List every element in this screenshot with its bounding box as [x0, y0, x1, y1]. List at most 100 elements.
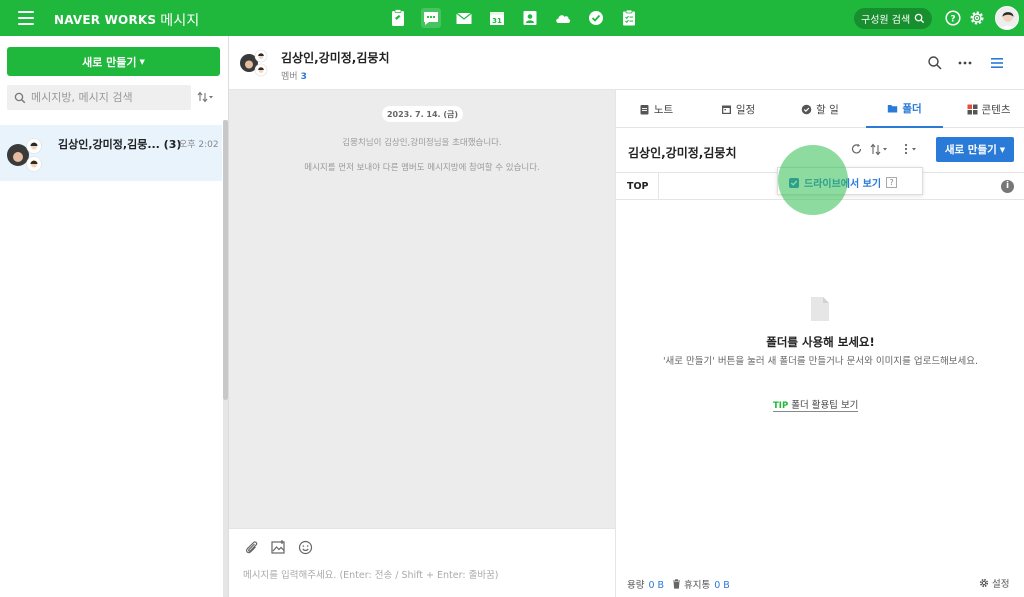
calendar-icon: [721, 105, 731, 114]
note-icon: [640, 104, 649, 114]
tip-badge: TIP: [773, 401, 789, 411]
message-room-list-panel: 새로 만들기▼ 김상인,강미정,김뭉... (3) 오후 2:02: [0, 36, 229, 597]
settings-button[interactable]: 설정: [979, 576, 1009, 590]
brand[interactable]: NAVER WORKS 메시지: [54, 9, 200, 29]
attach-icon[interactable]: [243, 539, 260, 556]
more-icon[interactable]: [957, 55, 973, 71]
info-icon[interactable]: i: [1001, 180, 1014, 193]
tab-task[interactable]: 할 일: [784, 90, 856, 128]
app-switcher: 31: [388, 8, 639, 28]
trash-info[interactable]: 휴지통 0 B: [672, 577, 730, 591]
chat-time: 오후 2:02: [179, 140, 219, 150]
checkbox-icon: [789, 177, 799, 188]
tab-note[interactable]: 노트: [620, 90, 692, 128]
group-avatar: [7, 137, 43, 173]
trash-icon: [673, 579, 680, 589]
gear-icon: [979, 578, 989, 588]
image-icon[interactable]: [270, 539, 287, 556]
help-icon[interactable]: ?: [944, 9, 962, 27]
search-icon: [914, 13, 925, 24]
room-search-input[interactable]: [31, 91, 181, 104]
message-icon[interactable]: [421, 8, 441, 28]
tab-label: 할 일: [816, 103, 839, 116]
usage-value: 0 B: [648, 580, 665, 591]
message-area: 2023. 7. 14. (금) 김뭉치님이 김상인,강미정님을 초대했습니다.…: [229, 90, 615, 528]
menu-icon[interactable]: [18, 11, 34, 25]
mail-icon[interactable]: [454, 8, 474, 28]
brand-logo-text: NAVER WORKS: [54, 13, 157, 27]
storage-footer: 용량 0 B 휴지통 0 B 설정: [616, 570, 1024, 597]
content-icon: [967, 104, 977, 114]
message-input[interactable]: [243, 566, 603, 584]
tab-folder[interactable]: 폴더: [866, 90, 943, 128]
trash-label: 휴지통: [684, 580, 711, 591]
folder-icon: [888, 104, 898, 112]
user-avatar[interactable]: [995, 6, 1019, 30]
more-vertical-icon[interactable]: [902, 142, 922, 156]
group-avatar: [240, 48, 268, 78]
chat-name: 김상인,강미정,김뭉... (3): [58, 138, 182, 151]
tab-label: 일정: [735, 103, 756, 116]
sort-button[interactable]: [197, 91, 213, 106]
new-folder-button[interactable]: 새로 만들기 ▼: [936, 137, 1014, 162]
chat-title: 김상인,강미정,김뭉치: [281, 51, 390, 65]
sort-icon[interactable]: [870, 142, 892, 156]
system-message: 메시지를 먼저 보내야 다른 멤버도 메시지방에 참여할 수 있습니다.: [304, 163, 540, 173]
note-icon[interactable]: [388, 8, 408, 28]
side-panel-icon[interactable]: [989, 55, 1005, 71]
member-count[interactable]: 멤버 3: [281, 69, 307, 82]
scrollbar[interactable]: [223, 120, 228, 597]
chat-list-item[interactable]: 김상인,강미정,김뭉... (3) 오후 2:02: [0, 125, 222, 181]
breadcrumb-top[interactable]: TOP: [627, 181, 649, 192]
svg-text:?: ?: [950, 15, 955, 25]
chat-list: 김상인,강미정,김뭉... (3) 오후 2:02: [0, 125, 222, 181]
view-in-drive-item[interactable]: 드라이브에서 보기 ?: [789, 175, 898, 190]
tab-label: 폴더: [902, 102, 922, 115]
member-label: 멤버: [281, 72, 298, 82]
view-in-drive-label: 드라이브에서 보기: [804, 179, 882, 190]
new-button-label: 새로 만들기: [944, 144, 997, 156]
task-icon[interactable]: [586, 8, 606, 28]
side-panel: 노트 일정 할 일 폴더 콘텐츠 김상인,강미정,김뭉치 새로 만들기 ▼ TOP…: [615, 90, 1024, 597]
trash-value: 0 B: [714, 580, 730, 591]
folder-tip-link[interactable]: TIP 폴더 활용팁 보기: [773, 397, 859, 412]
system-message: 김뭉치님이 김상인,강미정님을 초대했습니다.: [342, 138, 502, 148]
scrollbar-thumb[interactable]: [223, 120, 228, 400]
tab-label: 콘텐츠: [981, 103, 1011, 116]
document-icon: [811, 297, 829, 321]
emoji-icon[interactable]: [297, 539, 314, 556]
usage-info: 용량 0 B: [627, 577, 664, 591]
member-search-label: 구성원 검색: [861, 15, 911, 26]
caret-down-icon: ▼: [139, 57, 145, 66]
caret-down-icon: ▼: [999, 145, 1006, 154]
tab-label: 노트: [653, 103, 674, 116]
form-icon[interactable]: [619, 8, 639, 28]
drive-icon[interactable]: [553, 8, 573, 28]
more-menu-dropdown: 드라이브에서 보기 ?: [777, 167, 923, 195]
search-icon[interactable]: [927, 55, 943, 71]
date-divider: 2023. 7. 14. (금): [382, 106, 463, 122]
tab-calendar[interactable]: 일정: [702, 90, 774, 128]
tab-content[interactable]: 콘텐츠: [952, 90, 1024, 128]
tip-text: 폴더 활용팁 보기: [791, 400, 859, 411]
divider: [658, 173, 659, 200]
usage-label: 용량: [627, 580, 645, 591]
calendar-icon[interactable]: 31: [487, 8, 507, 28]
chat-header: 김상인,강미정,김뭉치 멤버 3: [229, 36, 1024, 90]
message-composer: [229, 528, 615, 597]
contacts-icon[interactable]: [520, 8, 540, 28]
refresh-icon[interactable]: [850, 142, 863, 156]
member-count-value: 3: [300, 72, 307, 82]
gear-icon[interactable]: [968, 9, 986, 27]
top-bar: NAVER WORKS 메시지 31 구성원 검색 ?: [0, 0, 1024, 36]
empty-state-title: 폴더를 사용해 보세요!: [766, 335, 875, 349]
member-search-button[interactable]: 구성원 검색: [854, 8, 932, 29]
app-name: 메시지: [160, 13, 200, 29]
new-button-label: 새로 만들기: [82, 55, 137, 69]
room-search-box: [7, 85, 191, 110]
check-icon: [801, 104, 812, 114]
empty-state-description: '새로 만들기' 버튼을 눌러 새 폴더를 만들거나 문서와 이미지를 업로드해…: [662, 356, 979, 367]
new-button[interactable]: 새로 만들기 ▼: [7, 47, 220, 76]
help-icon[interactable]: ?: [886, 177, 898, 188]
folder-title: 김상인,강미정,김뭉치: [628, 146, 737, 160]
